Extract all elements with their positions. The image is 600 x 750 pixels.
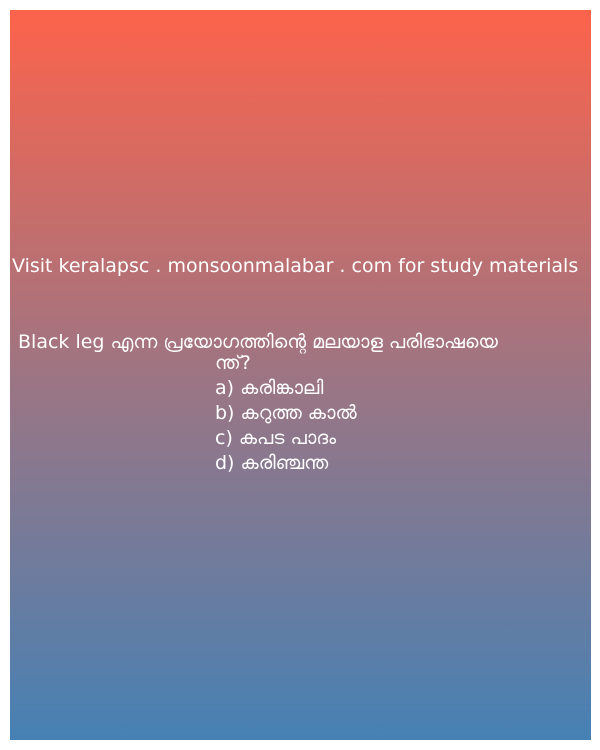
promo-text: Visit keralapsc . monsoonmalabar . com f…: [12, 255, 579, 277]
option-a: a) കരിങ്കാലി: [215, 377, 324, 399]
option-d: d) കരിഞ്ചന്ത: [215, 452, 329, 474]
quiz-card: Visit keralapsc . monsoonmalabar . com f…: [10, 10, 591, 740]
option-b: b) കറുത്ത കാൽ: [215, 402, 357, 424]
question-line-2: ന്ത്?: [215, 352, 251, 374]
option-c: c) കപട പാദം: [215, 427, 337, 449]
answer-options: ന്ത്? a) കരിങ്കാലി b) കറുത്ത കാൽ c) കപട …: [215, 352, 357, 476]
